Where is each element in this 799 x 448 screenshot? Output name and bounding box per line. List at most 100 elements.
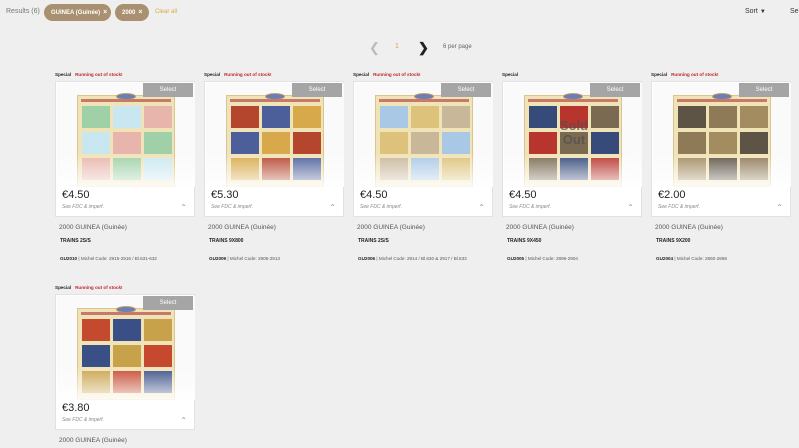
stamp-image xyxy=(144,132,172,154)
page-number[interactable]: 1 xyxy=(395,43,399,50)
stamp-image xyxy=(144,106,172,128)
product-note: See FDC & imperf. xyxy=(658,204,700,210)
stock-warning: Running out of stock! xyxy=(75,72,123,77)
product-image[interactable] xyxy=(355,83,493,187)
product-panel[interactable]: Sold Out Select €4.50 See FDC & imperf. ⌃ xyxy=(502,81,642,217)
special-tag: Special xyxy=(502,72,519,77)
stamp-image xyxy=(678,106,706,128)
filter-chip-label: 2000 xyxy=(122,10,136,16)
product-title[interactable]: TRAINS 9X450 xyxy=(507,238,541,244)
product-tags: Special Running out of stock! xyxy=(651,72,719,80)
stamp-image xyxy=(709,132,737,154)
product-meta: GU2009 | Michel Code: 2905-2913 xyxy=(209,256,280,261)
product-panel[interactable]: Select €2.00 See FDC & imperf. ⌃ xyxy=(651,81,791,217)
product-image[interactable] xyxy=(57,83,195,187)
stock-warning: Running out of stock! xyxy=(373,72,421,77)
product-code: GU2004 xyxy=(656,256,674,261)
chevron-up-icon[interactable]: ⌃ xyxy=(329,203,336,212)
stamp-image xyxy=(709,106,737,128)
special-tag: Special xyxy=(651,72,668,77)
product-panel[interactable]: Select €3.80 See FDC & imperf. ⌃ xyxy=(55,294,195,430)
select-button[interactable]: Select xyxy=(143,296,193,310)
chevron-up-icon[interactable]: ⌃ xyxy=(478,203,485,212)
results-toolbar: Results (6) GUINEA (Guinée) × 2000 × Clear… xyxy=(0,0,799,26)
product-panel[interactable]: Select €5.30 See FDC & imperf. ⌃ xyxy=(204,81,344,217)
stamp-image xyxy=(262,132,290,154)
product-tags: Special Running out of stock! xyxy=(353,72,421,80)
sheet-band xyxy=(81,312,171,315)
sort-dropdown[interactable]: Sort ▼ xyxy=(745,8,766,15)
product-panel[interactable]: Select €4.50 See FDC & imperf. ⌃ xyxy=(55,81,195,217)
select-button[interactable]: Select xyxy=(143,83,193,97)
product-tags: Special xyxy=(502,72,522,80)
sheet-band xyxy=(379,99,469,102)
michel-code: Michel Code: 2915-2916 / Bl.631-632 xyxy=(80,256,157,261)
stamp-image xyxy=(113,106,141,128)
select-button[interactable]: Select xyxy=(590,83,640,97)
chevron-right-icon[interactable]: ❯ xyxy=(418,40,429,56)
search-link[interactable]: Se xyxy=(790,8,799,15)
product-image[interactable] xyxy=(653,83,791,187)
product-note: See FDC & imperf. xyxy=(360,204,402,210)
filter-chip-label: GUINEA (Guinée) xyxy=(51,10,101,16)
product-note: See FDC & imperf. xyxy=(62,417,104,423)
stamp-image xyxy=(740,106,768,128)
product-title[interactable]: TRAINS 2S/S xyxy=(358,238,389,244)
product-country: 2000 GUINEA (Guinée) xyxy=(357,224,425,231)
product-meta: GU2005 | Michel Code: 2896-2904 xyxy=(507,256,578,261)
product-title[interactable]: TRAINS 9X200 xyxy=(656,238,690,244)
image-fade xyxy=(504,153,642,187)
chevron-up-icon[interactable]: ⌃ xyxy=(627,203,634,212)
select-button[interactable]: Select xyxy=(292,83,342,97)
special-tag: Special xyxy=(353,72,370,77)
product-title[interactable]: TRAINS 9X800 xyxy=(209,238,243,244)
product-price: €4.50 xyxy=(509,189,537,201)
special-tag: Special xyxy=(55,72,72,77)
image-fade xyxy=(355,153,493,187)
product-country: 2000 GUINEA (Guinée) xyxy=(655,224,723,231)
stamp-image xyxy=(293,132,321,154)
chevron-up-icon[interactable]: ⌃ xyxy=(776,203,783,212)
select-button[interactable]: Select xyxy=(739,83,789,97)
sheet-band xyxy=(230,99,320,102)
product-title[interactable]: TRAINS 2S/S xyxy=(60,238,91,244)
special-tag: Special xyxy=(204,72,221,77)
remove-filter-icon[interactable]: × xyxy=(103,9,107,16)
product-tags: Special Running out of stock! xyxy=(55,72,123,80)
clear-all-link[interactable]: Clear all xyxy=(155,9,177,15)
per-page-selector[interactable]: 6 per page xyxy=(443,44,472,50)
chevron-up-icon[interactable]: ⌃ xyxy=(180,203,187,212)
chevron-left-icon[interactable]: ❮ xyxy=(369,40,380,56)
image-fade xyxy=(57,153,195,187)
stamp-image xyxy=(113,319,141,341)
product-image[interactable] xyxy=(206,83,344,187)
image-fade xyxy=(57,366,195,400)
stamp-image xyxy=(740,132,768,154)
product-image[interactable] xyxy=(57,296,195,400)
select-button[interactable]: Select xyxy=(441,83,491,97)
stamp-image xyxy=(411,106,439,128)
image-fade xyxy=(206,153,344,187)
pagination: ❮ 1 ❯ 6 per page xyxy=(0,40,799,56)
stamp-image xyxy=(411,132,439,154)
sheet-band xyxy=(528,99,618,102)
sold-out-overlay: Sold Out xyxy=(559,118,589,147)
remove-filter-icon[interactable]: × xyxy=(138,9,142,16)
product-tags: Special Running out of stock! xyxy=(55,285,123,293)
stamp-image xyxy=(442,106,470,128)
sheet-band xyxy=(81,99,171,102)
chevron-up-icon[interactable]: ⌃ xyxy=(180,416,187,425)
stamp-image xyxy=(82,319,110,341)
sheet-band xyxy=(677,99,767,102)
product-code: GU2009 xyxy=(209,256,227,261)
product-code: GU2005 xyxy=(507,256,525,261)
filter-chip-country[interactable]: GUINEA (Guinée) × xyxy=(44,4,111,21)
product-tags: Special Running out of stock! xyxy=(204,72,272,80)
product-note: See FDC & imperf. xyxy=(509,204,551,210)
filter-chip-year[interactable]: 2000 × xyxy=(115,4,149,21)
stamp-image xyxy=(380,132,408,154)
product-image[interactable]: Sold Out xyxy=(504,83,642,187)
product-panel[interactable]: Select €4.50 See FDC & imperf. ⌃ xyxy=(353,81,493,217)
product-country: 2000 GUINEA (Guinée) xyxy=(59,224,127,231)
stamp-image xyxy=(231,132,259,154)
